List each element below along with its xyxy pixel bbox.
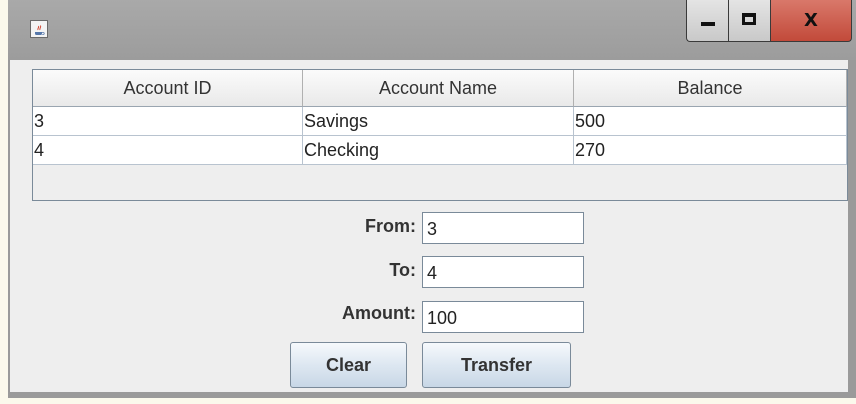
transfer-button[interactable]: Transfer <box>422 342 571 388</box>
cell-balance[interactable]: 500 <box>574 107 847 136</box>
table-row[interactable]: 4 Checking 270 <box>33 136 847 165</box>
column-header-account-id[interactable]: Account ID <box>33 70 303 107</box>
table-row[interactable]: 3 Savings 500 <box>33 107 847 136</box>
java-coffee-cup-icon[interactable] <box>30 20 48 38</box>
maximize-icon <box>742 13 756 25</box>
amount-label: Amount: <box>342 303 416 323</box>
from-input[interactable] <box>422 212 584 244</box>
table-header: Account ID Account Name Balance <box>33 70 847 107</box>
cell-account-name[interactable]: Checking <box>303 136 574 165</box>
content-panel: Account ID Account Name Balance 3 Saving… <box>10 60 848 392</box>
to-input[interactable] <box>422 256 584 288</box>
minimize-icon <box>701 22 715 26</box>
clear-button[interactable]: Clear <box>290 342 407 388</box>
amount-input[interactable] <box>422 301 584 333</box>
to-label: To: <box>389 260 416 280</box>
maximize-button[interactable] <box>728 0 770 42</box>
title-bar[interactable]: X <box>8 0 856 60</box>
cell-balance[interactable]: 270 <box>574 136 847 165</box>
cell-account-id[interactable]: 3 <box>33 107 303 136</box>
cell-account-id[interactable]: 4 <box>33 136 303 165</box>
accounts-table: Account ID Account Name Balance 3 Saving… <box>32 69 848 201</box>
from-label: From: <box>365 216 416 236</box>
close-button[interactable]: X <box>770 0 852 42</box>
app-window: X Account ID Account Name Balance 3 Savi… <box>8 0 856 398</box>
close-icon: X <box>804 10 818 31</box>
minimize-button[interactable] <box>686 0 728 42</box>
column-header-balance[interactable]: Balance <box>574 70 847 107</box>
cell-account-name[interactable]: Savings <box>303 107 574 136</box>
column-header-account-name[interactable]: Account Name <box>303 70 574 107</box>
